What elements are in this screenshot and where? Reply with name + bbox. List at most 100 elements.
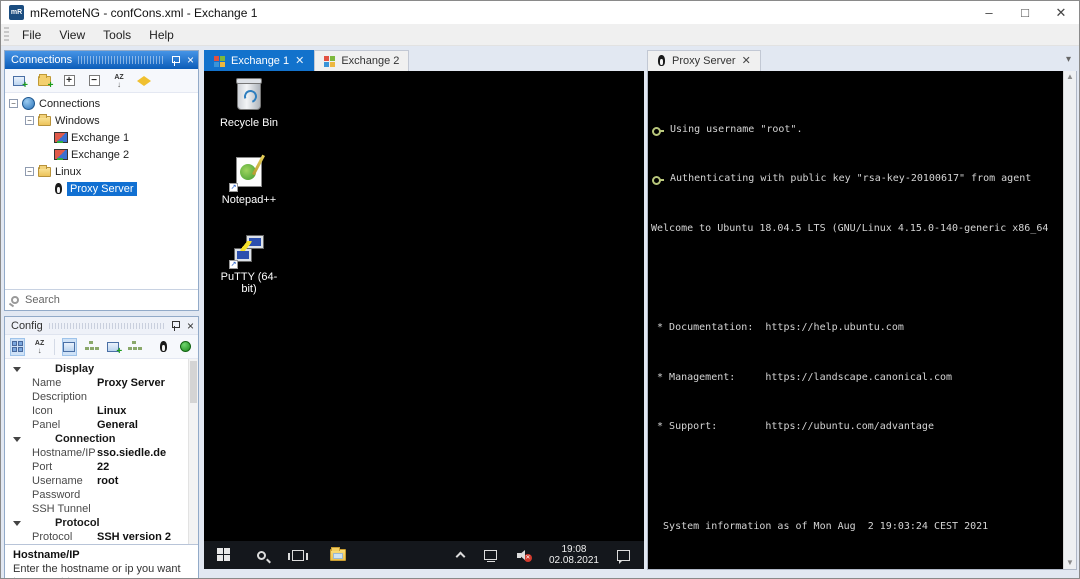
collapse-node-icon[interactable]: − bbox=[25, 167, 34, 176]
property-row[interactable]: SSH Tunnel bbox=[5, 502, 198, 516]
show-inheritance-icon[interactable] bbox=[84, 338, 99, 356]
terminal-line-text: Authenticating with public key "rsa-key-… bbox=[664, 173, 1032, 185]
default-inheritance-glyph bbox=[128, 341, 141, 352]
rdp-desktop[interactable]: Recycle Bin ↗ Notepad++ ↗ PuTTY (64-bit)… bbox=[204, 71, 644, 569]
close-button[interactable]: ✕ bbox=[1043, 1, 1079, 24]
menu-file[interactable]: File bbox=[13, 24, 50, 46]
favorites-star-icon[interactable] bbox=[135, 72, 153, 90]
maximize-button[interactable]: □ bbox=[1007, 1, 1043, 24]
terminal-line: Using username "root". bbox=[651, 124, 1063, 136]
config-panel-header[interactable]: Config × bbox=[5, 317, 198, 335]
property-row[interactable]: Port 22 bbox=[5, 460, 198, 474]
property-row[interactable]: Password bbox=[5, 488, 198, 502]
minimize-button[interactable]: – bbox=[971, 1, 1007, 24]
desktop-icon-notepadpp[interactable]: ↗ Notepad++ bbox=[214, 154, 284, 231]
property-value[interactable]: root bbox=[97, 475, 118, 487]
scroll-up-icon[interactable]: ▲ bbox=[1066, 72, 1074, 82]
show-default-properties-icon[interactable] bbox=[106, 338, 122, 357]
connections-panel-header[interactable]: Connections × bbox=[5, 51, 198, 69]
connections-panel: Connections × + − AZ − bbox=[4, 50, 199, 311]
property-value[interactable]: SSH version 2 bbox=[97, 531, 171, 543]
show-properties-icon[interactable] bbox=[61, 337, 77, 356]
collapse-node-icon[interactable]: − bbox=[9, 99, 18, 108]
pin-icon[interactable] bbox=[171, 320, 180, 331]
collapse-all-icon[interactable]: − bbox=[85, 72, 103, 90]
property-row[interactable]: Protocol SSH version 2 bbox=[5, 530, 198, 544]
menu-view[interactable]: View bbox=[50, 24, 94, 46]
property-row[interactable]: Connection bbox=[5, 432, 198, 446]
start-icon bbox=[217, 548, 231, 562]
connection-icon-selector[interactable] bbox=[156, 338, 171, 356]
property-value[interactable]: General bbox=[97, 419, 138, 431]
expand-glyph: + bbox=[63, 75, 75, 86]
tab-proxy-server[interactable]: Proxy Server ✕ bbox=[647, 50, 761, 71]
property-row[interactable]: Name Proxy Server bbox=[5, 376, 198, 390]
close-tab-icon[interactable]: ✕ bbox=[295, 55, 304, 67]
start-button[interactable] bbox=[204, 541, 244, 569]
property-row[interactable]: Icon Linux bbox=[5, 404, 198, 418]
new-connection-icon[interactable] bbox=[10, 72, 28, 91]
tree-item-label: Exchange 1 bbox=[71, 131, 130, 144]
menu-help[interactable]: Help bbox=[140, 24, 183, 46]
terminal-line-text: * Management: https://landscape.canonica… bbox=[651, 371, 953, 383]
desktop-icon-putty[interactable]: ↗ PuTTY (64-bit) bbox=[214, 231, 284, 308]
volume-tray-button[interactable]: ✕ bbox=[507, 541, 541, 569]
property-value[interactable]: Proxy Server bbox=[97, 377, 165, 389]
menu-tools[interactable]: Tools bbox=[94, 24, 140, 46]
tree-item-exchange-2[interactable]: Exchange 2 bbox=[5, 146, 198, 163]
property-label: Password bbox=[32, 489, 81, 501]
file-explorer-button[interactable] bbox=[317, 541, 359, 569]
chevron-down-icon bbox=[13, 366, 21, 372]
connection-status-icon[interactable] bbox=[178, 338, 193, 356]
connections-toolbar: + − AZ bbox=[5, 69, 198, 93]
pin-icon[interactable] bbox=[171, 55, 180, 66]
property-grid-scrollbar[interactable] bbox=[188, 359, 198, 544]
tab-exchange-2[interactable]: Exchange 2 bbox=[314, 50, 410, 71]
task-view-button[interactable] bbox=[279, 541, 317, 569]
taskbar-search-button[interactable] bbox=[244, 541, 279, 569]
terminal-line-text: Welcome to Ubuntu 18.04.5 LTS (GNU/Linux… bbox=[651, 222, 1049, 234]
tree-item-connections[interactable]: − Connections bbox=[5, 95, 198, 112]
tray-expand-button[interactable] bbox=[447, 541, 474, 569]
search-input[interactable] bbox=[25, 294, 194, 306]
tab-list-dropdown-icon[interactable]: ▾ bbox=[1066, 54, 1071, 65]
desktop-icons: Recycle Bin ↗ Notepad++ ↗ PuTTY (64-bit) bbox=[214, 77, 284, 308]
tree-item-linux[interactable]: − Linux bbox=[5, 163, 198, 180]
property-value[interactable]: 22 bbox=[97, 461, 109, 473]
close-panel-icon[interactable]: × bbox=[187, 54, 194, 66]
config-panel-title: Config bbox=[11, 319, 43, 332]
sort-az-icon[interactable]: AZ bbox=[110, 72, 128, 90]
tree-item-windows[interactable]: − Windows bbox=[5, 112, 198, 129]
scroll-down-icon[interactable]: ▼ bbox=[1066, 558, 1074, 568]
action-center-button[interactable] bbox=[607, 541, 644, 569]
property-value[interactable]: sso.siedle.de bbox=[97, 447, 166, 459]
terminal-scrollbar[interactable]: ▲ ▼ bbox=[1063, 71, 1076, 569]
terminal-line: * Support: https://ubuntu.com/advantage bbox=[651, 421, 1063, 433]
ssh-terminal[interactable]: Using username "root". Authenticating wi… bbox=[648, 71, 1063, 569]
property-label: Icon bbox=[32, 405, 53, 417]
menu-bar: File View Tools Help bbox=[1, 24, 1079, 46]
tab-exchange-1[interactable]: Exchange 1 ✕ bbox=[204, 50, 315, 71]
sort-alpha-icon[interactable]: AZ bbox=[32, 338, 47, 356]
property-value[interactable]: Linux bbox=[97, 405, 126, 417]
property-row[interactable]: Panel General bbox=[5, 418, 198, 432]
show-default-inheritance-icon[interactable] bbox=[128, 338, 143, 356]
close-tab-icon[interactable]: ✕ bbox=[742, 55, 751, 67]
property-row[interactable]: Description bbox=[5, 390, 198, 404]
property-row[interactable]: Protocol bbox=[5, 516, 198, 530]
config-panel: Config × AZ ↓ + Display Name Proxy Serve… bbox=[4, 316, 199, 578]
desktop-icon-recycle-bin[interactable]: Recycle Bin bbox=[214, 77, 284, 154]
property-row[interactable]: Hostname/IP sso.siedle.de bbox=[5, 446, 198, 460]
taskbar-clock[interactable]: 19:08 02.08.2021 bbox=[541, 541, 607, 569]
network-tray-button[interactable] bbox=[474, 541, 507, 569]
property-row[interactable]: Username root bbox=[5, 474, 198, 488]
properties-glyph bbox=[63, 341, 76, 352]
new-folder-icon[interactable] bbox=[35, 72, 54, 91]
expand-all-icon[interactable]: + bbox=[60, 72, 78, 90]
property-row[interactable]: Display bbox=[5, 362, 198, 376]
collapse-node-icon[interactable]: − bbox=[25, 116, 34, 125]
categorized-view-icon[interactable] bbox=[10, 337, 26, 356]
close-panel-icon[interactable]: × bbox=[187, 320, 194, 332]
tree-item-proxy-server[interactable]: Proxy Server bbox=[5, 180, 198, 197]
tree-item-exchange-1[interactable]: Exchange 1 bbox=[5, 129, 198, 146]
